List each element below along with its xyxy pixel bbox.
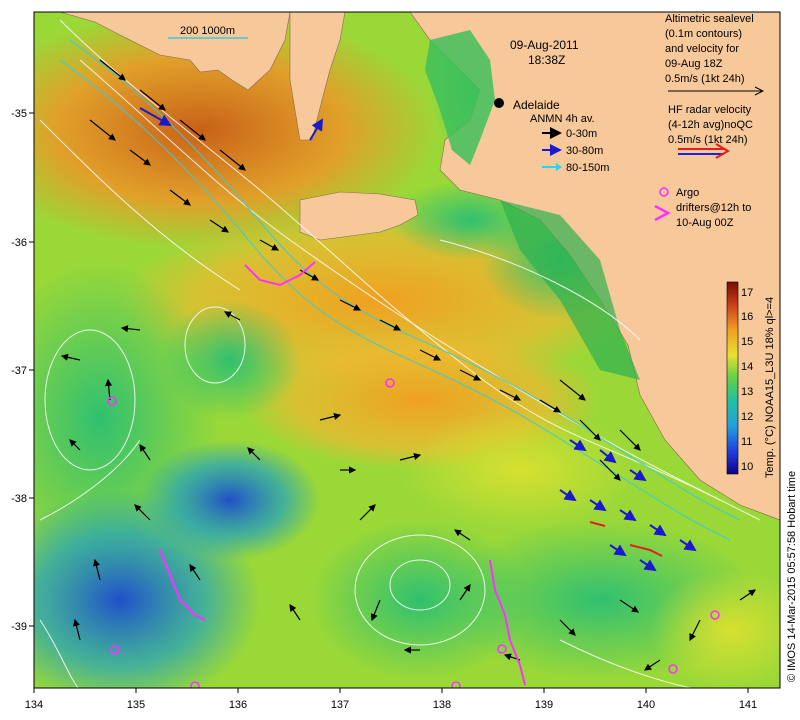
credit-text: © IMOS 14-Mar-2015 05:57:58 Hobart time bbox=[786, 471, 798, 682]
altimetry-legend-line: Altimetric sealevel bbox=[665, 13, 754, 25]
anmn-legend-item: 30-80m bbox=[566, 145, 603, 157]
y-tick-label: -37 bbox=[11, 365, 27, 377]
y-tick-label: -36 bbox=[11, 237, 27, 249]
colorbar-gradient bbox=[726, 281, 739, 475]
altimetry-legend-line: 0.5m/s (1kt 24h) bbox=[665, 73, 744, 85]
x-tick-label: 138 bbox=[433, 699, 451, 711]
colorbar-tick: 12 bbox=[741, 411, 753, 423]
colorbar-tick: 17 bbox=[741, 287, 753, 299]
y-tick-label: -38 bbox=[11, 493, 27, 505]
x-tick-label: 137 bbox=[331, 699, 349, 711]
y-ticks bbox=[29, 112, 34, 627]
x-tick-label: 135 bbox=[127, 699, 145, 711]
x-tick-label: 134 bbox=[25, 699, 43, 711]
colorbar-tick: 10 bbox=[741, 461, 753, 473]
altimetry-legend-line: 09-Aug 18Z bbox=[665, 58, 723, 70]
city-label-adelaide: Adelaide bbox=[513, 98, 560, 112]
colorbar-label: Temp. (°C) NOAA15_L3U 18% ql>=4 bbox=[764, 297, 776, 478]
y-tick-label: -39 bbox=[11, 621, 27, 633]
x-tick-label: 140 bbox=[637, 699, 655, 711]
x-tick-label: 141 bbox=[739, 699, 757, 711]
y-tick-label: -35 bbox=[11, 108, 27, 120]
x-tick-label: 136 bbox=[229, 699, 247, 711]
anmn-legend-item: 0-30m bbox=[566, 128, 597, 140]
hf-radar-legend-line: 0.5m/s (1kt 24h) bbox=[668, 134, 747, 146]
sst-map: 134 135 136 137 138 139 140 141 -35 -36 … bbox=[11, 11, 798, 711]
hf-radar-legend-line: HF radar velocity bbox=[668, 104, 752, 116]
adelaide-marker bbox=[494, 98, 504, 108]
x-tick-label: 139 bbox=[535, 699, 553, 711]
anmn-legend-item: 80-150m bbox=[566, 162, 609, 174]
map-time: 18:38Z bbox=[528, 53, 565, 67]
hf-radar-legend-line: (4-12h avg)noQC bbox=[668, 119, 753, 131]
argo-legend-line: drifters@12h to bbox=[676, 202, 751, 214]
colorbar-tick: 16 bbox=[741, 311, 753, 323]
altimetry-legend-line: (0.1m contours) bbox=[665, 28, 742, 40]
anmn-legend-title: ANMN 4h av. bbox=[530, 113, 595, 125]
altimetry-legend-line: and velocity for bbox=[665, 43, 739, 55]
x-ticks bbox=[33, 688, 749, 693]
colorbar-tick: 11 bbox=[741, 436, 752, 448]
argo-legend-line: Argo bbox=[676, 187, 699, 199]
colorbar-tick: 15 bbox=[741, 336, 753, 348]
argo-legend-line: 10-Aug 00Z bbox=[676, 217, 734, 229]
scale-bar-label: 200 1000m bbox=[180, 25, 235, 37]
colorbar-tick: 13 bbox=[741, 386, 753, 398]
map-date: 09-Aug-2011 bbox=[510, 38, 579, 52]
colorbar-tick: 14 bbox=[741, 361, 753, 373]
